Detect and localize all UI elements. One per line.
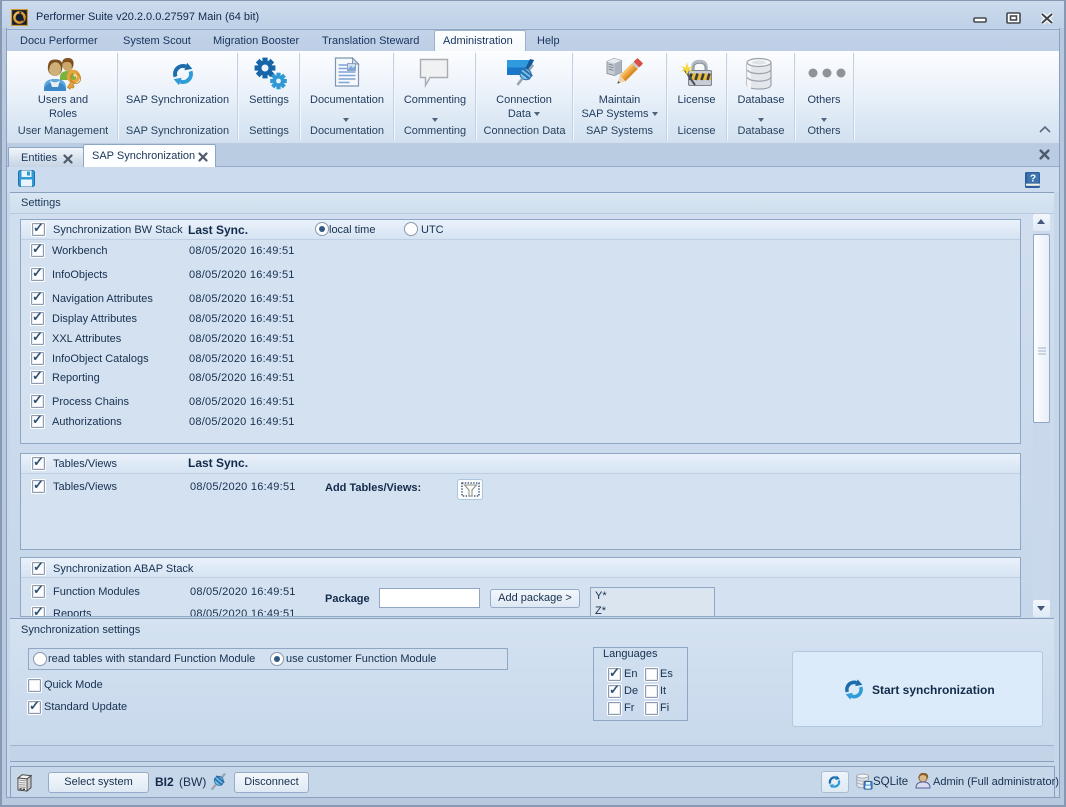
svg-text:?: ?: [1030, 174, 1036, 185]
